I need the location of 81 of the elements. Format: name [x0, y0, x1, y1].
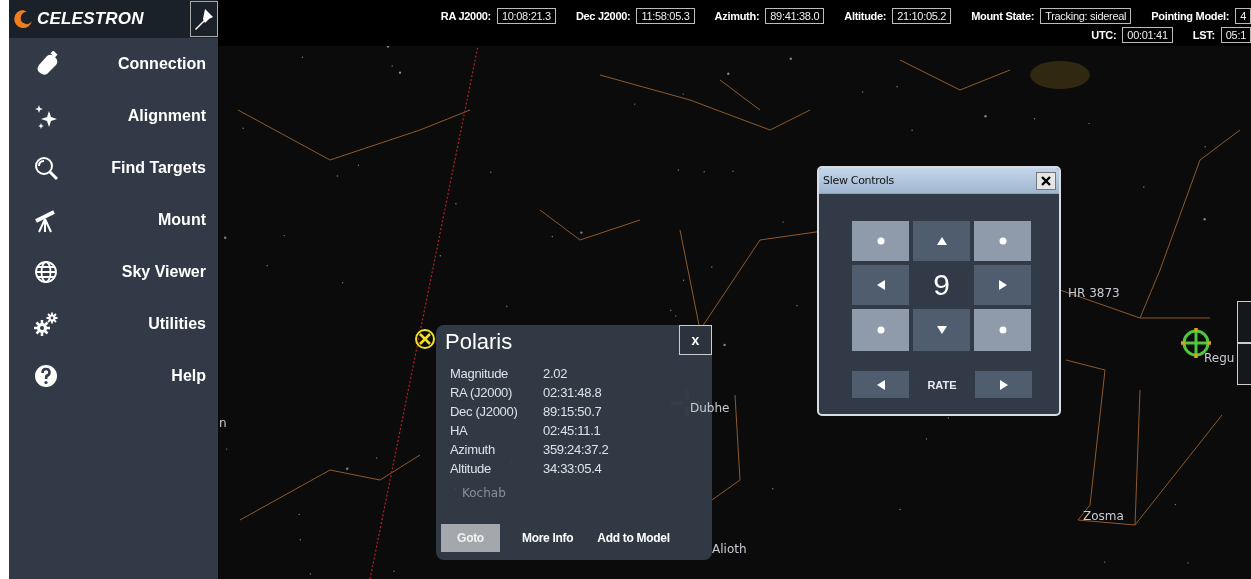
value-field: 10:08:21.3 [496, 7, 556, 24]
property-value: 2.02 [543, 366, 569, 381]
slew-button[interactable] [852, 265, 909, 305]
property-label: HA [450, 423, 469, 438]
help-icon [33, 363, 59, 389]
menu-item[interactable]: Connection [9, 38, 218, 90]
globe-icon [33, 259, 59, 285]
menu-item[interactable]: Sky Viewer [9, 246, 218, 298]
value-field: 11:58:05.3 [636, 7, 695, 24]
gears-icon [33, 311, 59, 337]
field-label: Azimuth: [714, 9, 760, 22]
pin-button[interactable] [190, 1, 218, 37]
menu-item[interactable]: Help [9, 350, 218, 402]
crescent-logo-icon [13, 9, 33, 29]
rate-button[interactable] [852, 371, 909, 398]
value-field: 05:1 [1220, 26, 1251, 43]
close-button[interactable]: x [679, 325, 712, 355]
field-label: Pointing Model: [1151, 9, 1230, 22]
dot-icon [998, 237, 1007, 245]
slew-button[interactable] [913, 221, 970, 261]
right-arrow-icon [998, 280, 1007, 290]
popup-title: Polaris [445, 329, 513, 355]
field-label: Altitude: [844, 9, 887, 22]
left-arrow-icon [876, 280, 885, 290]
property-label: RA (J2000) [450, 385, 514, 400]
value-field: 4 [1235, 7, 1251, 24]
dot-icon [876, 237, 885, 245]
field-label: UTC: [1091, 28, 1117, 41]
menu-item[interactable]: Find Targets [9, 142, 218, 194]
field-label: RA J2000: [440, 9, 491, 22]
property-label: Altitude [450, 461, 492, 476]
close-icon [1041, 175, 1051, 186]
property-value: 34:33:05.4 [543, 461, 603, 476]
dot-icon [998, 326, 1007, 334]
field-label: Mount State: [971, 9, 1035, 22]
menu-item[interactable]: Alignment [9, 90, 218, 142]
rate-button[interactable] [975, 371, 1032, 398]
down-arrow-icon [936, 326, 947, 334]
value-field: 21:10:05.2 [892, 7, 952, 24]
field-label: Dec J2000: [575, 9, 631, 22]
star-label: Zosma [1083, 509, 1124, 523]
pushpin-icon [193, 7, 215, 31]
property-value: 02:31:48.8 [543, 385, 603, 400]
menu-item[interactable]: Utilities [9, 298, 218, 350]
star-label: n [219, 416, 227, 430]
property-value: 89:15:50.7 [543, 404, 603, 419]
property-label: Dec (J2000) [450, 404, 519, 419]
star-label: Regu [1204, 351, 1235, 365]
up-arrow-icon [936, 237, 947, 245]
star-label: HR 3873 [1068, 286, 1120, 300]
diagonal-slew-button[interactable] [852, 309, 909, 351]
close-button[interactable] [1036, 171, 1056, 190]
brand-logo-text: CELESTRON [37, 9, 144, 29]
value-field: 00:01:41 [1122, 26, 1173, 43]
nebula-glow [1030, 61, 1090, 89]
diagonal-slew-button[interactable] [974, 221, 1031, 261]
right-arrow-icon [999, 379, 1008, 390]
window-title: Slew Controls [823, 174, 894, 187]
rate-label: RATE [926, 378, 958, 391]
dot-icon [876, 326, 885, 334]
star-label: Alioth [712, 542, 747, 556]
target-marker-icon [415, 329, 435, 349]
diagonal-slew-button[interactable] [852, 221, 909, 261]
property-label: Azimuth [450, 442, 496, 457]
property-value: 02:45:11.1 [543, 423, 602, 438]
star-label: Dubhe [690, 401, 730, 415]
property-label: Magnitude [450, 366, 509, 381]
star-label: Kochab [462, 486, 506, 500]
field-label: LST: [1192, 28, 1215, 41]
diagonal-slew-button[interactable] [974, 309, 1031, 351]
value-field: 89:41:38.0 [765, 7, 825, 24]
left-arrow-icon [876, 379, 885, 390]
search-icon [33, 155, 59, 181]
menu-item[interactable]: Mount [9, 194, 218, 246]
action-button[interactable]: Add to Model [595, 525, 672, 551]
action-button[interactable]: More Info [520, 525, 576, 551]
property-value: 359:24:37.2 [543, 442, 609, 457]
slew-button[interactable] [974, 265, 1031, 305]
slew-button[interactable] [913, 309, 970, 351]
slew-rate-value: 9 [932, 267, 951, 303]
value-field: Tracking: sidereal [1040, 7, 1132, 24]
